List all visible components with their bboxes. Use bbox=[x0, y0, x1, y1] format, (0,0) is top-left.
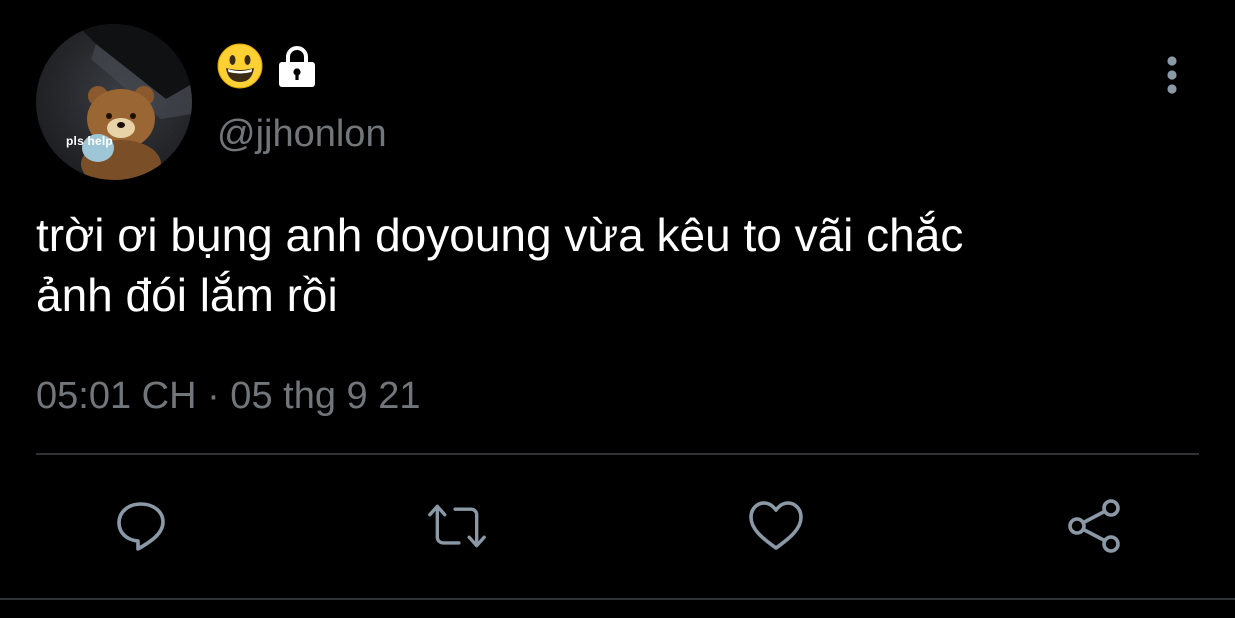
lock-icon bbox=[279, 46, 315, 87]
retweet-button[interactable] bbox=[427, 496, 487, 556]
divider-bottom bbox=[0, 598, 1235, 600]
share-icon bbox=[1068, 499, 1120, 553]
more-options-button[interactable] bbox=[1152, 50, 1192, 100]
tweet-text: trời ơi bụng anh doyoung vừa kêu to vãi … bbox=[36, 209, 964, 321]
avatar-caption: pls help bbox=[66, 134, 113, 148]
share-button[interactable] bbox=[1063, 496, 1123, 556]
avatar-image bbox=[76, 24, 192, 180]
reply-icon bbox=[117, 502, 165, 551]
more-vertical-icon bbox=[1167, 56, 1177, 94]
grinning-face-emoji bbox=[217, 43, 263, 89]
reply-button[interactable] bbox=[111, 496, 171, 556]
user-handle[interactable]: @jjhonlon bbox=[217, 112, 387, 156]
tweet-timestamp[interactable]: 05:01 CH · 05 thg 9 21 bbox=[36, 372, 420, 420]
display-name[interactable] bbox=[216, 42, 320, 90]
retweet-icon bbox=[428, 504, 486, 548]
divider bbox=[36, 453, 1199, 455]
like-button[interactable] bbox=[746, 496, 806, 556]
like-icon bbox=[749, 501, 803, 550]
avatar[interactable]: pls help bbox=[36, 24, 192, 180]
